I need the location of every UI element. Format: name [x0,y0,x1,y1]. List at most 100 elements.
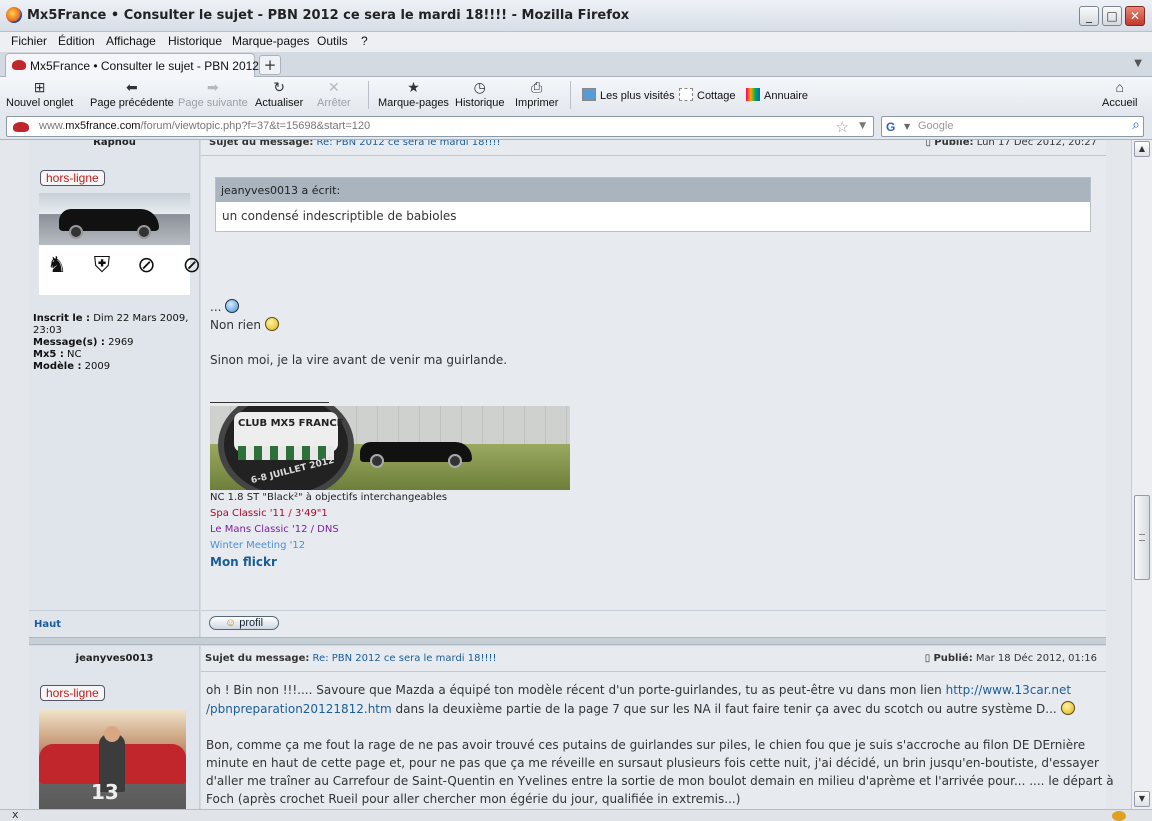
post-line: Bon, comme ça me fout la rage de ne pas … [206,738,1086,752]
window-title: Mx5France • Consulter le sujet - PBN 201… [27,8,630,23]
bookmarks-button[interactable]: ★ Marque-pages [378,79,449,109]
post-author-name[interactable]: jeanyves0013 [29,653,200,664]
firefox-icon [6,7,22,23]
signature-divider [210,402,329,403]
post-author-column: jeanyves0013 hors-ligne 13 [29,646,200,809]
bookmark-label: Les plus visités [600,90,675,102]
tab-bar: Mx5France • Consulter le sujet - PBN 201… [0,52,1152,77]
url-bar[interactable]: www.mx5france.com/forum/viewtopic.php?f=… [6,116,874,137]
history-button[interactable]: ◷ Historique [455,79,505,109]
post-footer-right: ☺ profil [201,610,1106,637]
scroll-down-arrow-icon[interactable]: ▼ [1134,791,1150,807]
vertical-scrollbar[interactable]: ▲ ▼ [1131,140,1152,809]
site-favicon-icon [13,122,29,132]
back-label: Page précédente [90,97,174,109]
bookmark-annuaire[interactable]: Annuaire [746,88,808,102]
menu-help[interactable]: ? [361,34,368,48]
print-button[interactable]: ⎙ Imprimer [515,79,558,109]
scroll-up-arrow-icon[interactable]: ▲ [1134,141,1150,157]
post-line: oh ! Bin non !!!.... Savoure que Mazda a… [206,683,1072,697]
new-tab-button[interactable]: + [259,55,281,75]
banner-title: CLUB MX5 FRANCE [238,418,344,429]
post-page-icon[interactable]: ▯ [925,653,931,664]
menu-outils[interactable]: Outils [317,34,348,48]
avatar: 13 [39,710,186,809]
signature-link-winter[interactable]: Winter Meeting '12 [210,538,447,554]
stop-button[interactable]: ✕ Arrêter [317,79,351,109]
post-author-name[interactable]: Raphou [29,140,200,148]
post-author-column: Raphou hors-ligne ♞ ⛨ ⊘ ⊘ Inscrit le : D… [29,140,201,610]
post-subject: Sujet du message: Re: PBN 2012 ce sera l… [209,140,501,148]
post-subject-link[interactable]: Re: PBN 2012 ce sera le mardi 18!!!! [317,140,501,148]
menu-affichage[interactable]: Affichage [106,34,156,48]
history-clock-icon: ◷ [473,79,486,95]
post-link[interactable]: /pbnpreparation20121812.htm [206,702,392,716]
post-subject-link[interactable]: Re: PBN 2012 ce sera le mardi 18!!!! [313,653,497,664]
signature-line: NC 1.8 ST "Black²" à objectifs interchan… [210,492,448,503]
reload-label: Actualiser [255,97,304,109]
close-button[interactable]: ✕ [1125,6,1145,26]
forward-label: Page suivante [178,97,248,109]
printer-icon: ⎙ [531,79,543,95]
post-divider [29,637,1106,645]
new-tab-toolbar-button[interactable]: ⊞ Nouvel onglet [6,79,73,109]
post-link[interactable]: http://www.13car.net [946,683,1071,697]
google-engine-icon[interactable]: G [886,120,900,134]
page-icon [679,88,693,101]
menu-fichier[interactable]: Fichier [11,34,47,48]
search-placeholder: Google [918,120,954,132]
address-row: www.mx5france.com/forum/viewtopic.php?f=… [0,114,1152,140]
signature-link-lemans[interactable]: Le Mans Classic '12 / DNS [210,522,447,538]
scrollbar-thumb[interactable] [1134,495,1150,580]
minimize-button[interactable]: _ [1079,6,1099,26]
bookmark-star-icon[interactable]: ☆ [836,118,849,136]
navigation-toolbar: ⊞ Nouvel onglet ⬅ Page précédente ➡ Page… [0,77,1152,114]
url-text[interactable]: www.mx5france.com/forum/viewtopic.php?f=… [39,120,370,132]
home-button[interactable]: ⌂ Accueil [1102,79,1137,109]
site-favicon-icon [12,60,26,70]
post-date: ▯ Publié: Mar 18 Déc 2012, 01:16 [924,653,1097,664]
url-dropdown-chevron-icon[interactable]: ▼ [859,121,866,131]
stop-label: Arrêter [317,97,351,109]
home-icon: ⌂ [1115,79,1124,95]
quote-text: un condensé indescriptible de babioles [222,209,457,223]
forward-arrow-icon: ➡ [206,79,219,95]
post-page-icon[interactable]: ▯ [926,140,932,148]
title-bar: Mx5France • Consulter le sujet - PBN 201… [0,0,1152,32]
signature-link-flickr[interactable]: Mon flickr [210,554,447,570]
post-line: Sinon moi, je la vire avant de venir ma … [210,353,508,367]
signature-banner[interactable]: CLUB MX5 FRANCE 6-8 JUILLET 2012 [210,406,570,490]
engine-dropdown-chevron-icon[interactable]: ▼ [904,122,910,131]
bookmark-label: Cottage [697,90,736,102]
addon-icon[interactable] [1112,811,1126,821]
home-label: Accueil [1102,97,1138,109]
post-body-column: Sujet du message: Re: PBN 2012 ce sera l… [201,140,1106,610]
menu-historique[interactable]: Historique [168,34,222,48]
toolbar-separator [570,81,571,109]
forward-button[interactable]: ➡ Page suivante [178,79,248,109]
signature-links: NC 1.8 ST "Black²" à objectifs interchan… [210,490,447,570]
tab-list-chevron-icon[interactable]: ▼ [1134,58,1142,69]
close-findbar-icon[interactable]: x [12,808,19,821]
tab-active[interactable]: Mx5France • Consulter le sujet - PBN 201… [5,53,278,77]
menu-edition[interactable]: Édition [58,34,95,48]
bookmark-most-visited[interactable]: Les plus visités [582,88,675,102]
menu-marque-pages[interactable]: Marque-pages [232,34,309,48]
search-icon[interactable]: ⌕ [1132,117,1140,133]
quote-block: jeanyves0013 a écrit: un condensé indesc… [215,177,1091,232]
search-bar[interactable]: G ▼ Google ⌕ [881,116,1144,137]
bookmark-cottage[interactable]: Cottage [679,88,736,102]
maximize-button[interactable]: □ [1102,6,1122,26]
post-line: ... [210,299,240,314]
status-bar: x [0,808,1152,821]
reload-button[interactable]: ↻ Actualiser [255,79,303,109]
profile-button[interactable]: ☺ profil [209,616,279,630]
annuaire-icon [746,88,760,101]
signature-link-spa[interactable]: Spa Classic '11 / 3'49"1 [210,506,447,522]
post-date: ▯ Publié: Lun 17 Déc 2012, 20:27 [926,140,1097,148]
back-button[interactable]: ⬅ Page précédente [90,79,174,109]
back-to-top-link[interactable]: Haut [34,619,61,630]
user-icon: ☺ [224,617,237,629]
new-tab-icon: ⊞ [33,79,46,95]
bookmark-label: Annuaire [764,90,809,102]
